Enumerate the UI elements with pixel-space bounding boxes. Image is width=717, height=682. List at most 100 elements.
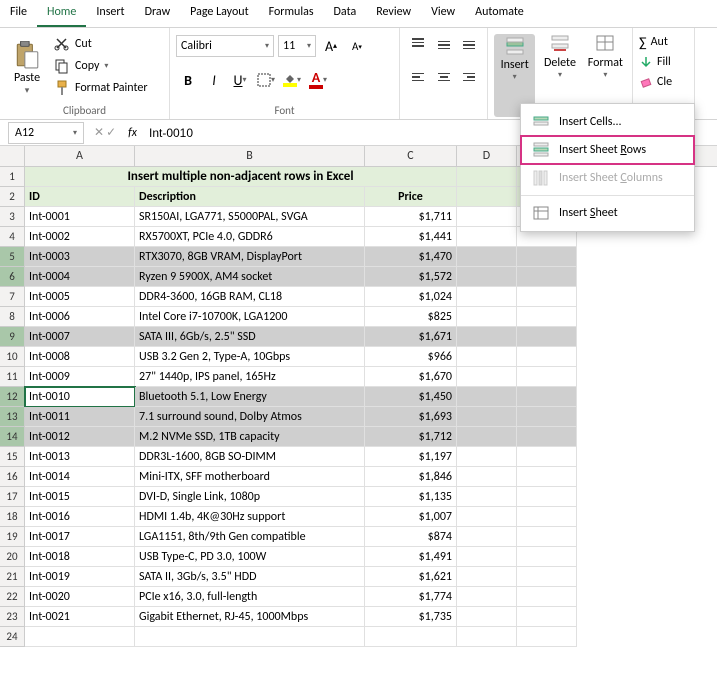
cell-id[interactable]: Int-0011 [25,407,135,427]
cell[interactable] [457,587,517,607]
col-head-d[interactable]: D [457,146,517,166]
cell-price[interactable] [365,627,457,647]
row-head[interactable]: 20 [0,547,25,567]
cell[interactable] [517,427,577,447]
align-top-button[interactable] [406,34,430,56]
cell[interactable] [517,587,577,607]
cell[interactable] [457,227,517,247]
col-head-a[interactable]: A [25,146,135,166]
decrease-font-button[interactable]: A▾ [346,35,368,57]
cell-id[interactable]: Int-0012 [25,427,135,447]
cell[interactable] [517,347,577,367]
cell-price[interactable]: $1,693 [365,407,457,427]
cell[interactable] [517,487,577,507]
cell[interactable] [457,327,517,347]
insert-sheet-rows-item[interactable]: Insert Sheet Rows [521,136,694,164]
cell-desc[interactable]: SATA II, 3Gb/s, 3.5" HDD [135,567,365,587]
cell-price[interactable]: $825 [365,307,457,327]
cancel-formula-icon[interactable]: ✕ [94,125,104,140]
cell[interactable] [457,507,517,527]
cell-id[interactable]: Int-0015 [25,487,135,507]
cell[interactable] [457,607,517,627]
cell-id[interactable]: Int-0006 [25,307,135,327]
cell[interactable] [517,387,577,407]
cell-id[interactable]: Int-0003 [25,247,135,267]
cell[interactable] [457,487,517,507]
cell-desc[interactable]: DDR3L-1600, 8GB SO-DIMM [135,447,365,467]
cell[interactable] [457,387,517,407]
cell-price[interactable]: $1,024 [365,287,457,307]
cell[interactable] [517,307,577,327]
row-head[interactable]: 24 [0,627,25,647]
cell-id[interactable]: Int-0004 [25,267,135,287]
cell-desc[interactable]: SR150AI, LGA771, S5000PAL, SVGA [135,207,365,227]
cell-desc[interactable]: USB 3.2 Gen 2, Type-A, 10Gbps [135,347,365,367]
menu-insert[interactable]: Insert [86,0,134,27]
row-head[interactable]: 13 [0,407,25,427]
row-head[interactable]: 3 [0,207,25,227]
cell[interactable] [457,347,517,367]
cell-price[interactable]: $1,007 [365,507,457,527]
chevron-down-icon[interactable]: ▾ [25,85,30,96]
select-all-corner[interactable] [0,146,25,166]
cell[interactable] [457,627,517,647]
cell[interactable] [517,547,577,567]
cell-desc[interactable]: Ryzen 9 5900X, AM4 socket [135,267,365,287]
underline-button[interactable]: U▾ [228,69,252,91]
sheet-title[interactable]: Insert multiple non-adjacent rows in Exc… [25,167,457,187]
font-color-button[interactable]: A▾ [306,69,330,91]
cell-id[interactable]: Int-0009 [25,367,135,387]
cell[interactable] [517,287,577,307]
cell[interactable] [517,507,577,527]
row-head[interactable]: 9 [0,327,25,347]
cell-price[interactable]: $1,470 [365,247,457,267]
row-head[interactable]: 4 [0,227,25,247]
cell-price[interactable]: $1,197 [365,447,457,467]
cell-id[interactable]: Int-0019 [25,567,135,587]
cell-desc[interactable]: PCIe x16, 3.0, full-length [135,587,365,607]
row-head[interactable]: 17 [0,487,25,507]
copy-button[interactable]: Copy ▾ [54,56,148,76]
cell-price[interactable]: $1,572 [365,267,457,287]
cell-desc[interactable] [135,627,365,647]
cell-price[interactable]: $1,671 [365,327,457,347]
fill-color-button[interactable]: ▾ [280,69,304,91]
cell[interactable] [517,367,577,387]
cell-desc[interactable]: Mini-ITX, SFF motherboard [135,467,365,487]
bold-button[interactable]: B [176,69,200,91]
cell[interactable] [457,547,517,567]
cell-price[interactable]: $1,735 [365,607,457,627]
menu-home[interactable]: Home [37,0,86,27]
menu-view[interactable]: View [421,0,465,27]
menu-page-layout[interactable]: Page Layout [180,0,258,27]
cell[interactable] [517,567,577,587]
cell-id[interactable]: Int-0005 [25,287,135,307]
cell[interactable] [457,367,517,387]
menu-file[interactable]: File [0,0,37,27]
clear-button[interactable]: Cle [639,72,688,92]
cell-id[interactable]: Int-0010 [25,387,135,407]
cell[interactable] [517,467,577,487]
cell-price[interactable]: $1,491 [365,547,457,567]
cell-desc[interactable]: DVI-D, Single Link, 1080p [135,487,365,507]
cell-id[interactable]: Int-0001 [25,207,135,227]
cell-id[interactable]: Int-0013 [25,447,135,467]
row-head[interactable]: 21 [0,567,25,587]
format-painter-button[interactable]: Format Painter [54,78,148,98]
row-head[interactable]: 11 [0,367,25,387]
cell-id[interactable]: Int-0020 [25,587,135,607]
cell[interactable] [517,627,577,647]
cell[interactable] [517,607,577,627]
cell-id[interactable]: Int-0021 [25,607,135,627]
header-id[interactable]: ID [25,187,135,207]
cell-price[interactable]: $1,135 [365,487,457,507]
cell-id[interactable]: Int-0014 [25,467,135,487]
cell-desc[interactable]: SATA III, 6Gb/s, 2.5" SSD [135,327,365,347]
align-left-button[interactable] [406,66,430,88]
header-desc[interactable]: Description [135,187,365,207]
cell[interactable] [457,247,517,267]
cell-id[interactable] [25,627,135,647]
cell-id[interactable]: Int-0018 [25,547,135,567]
align-right-button[interactable] [457,66,481,88]
cell[interactable] [457,407,517,427]
